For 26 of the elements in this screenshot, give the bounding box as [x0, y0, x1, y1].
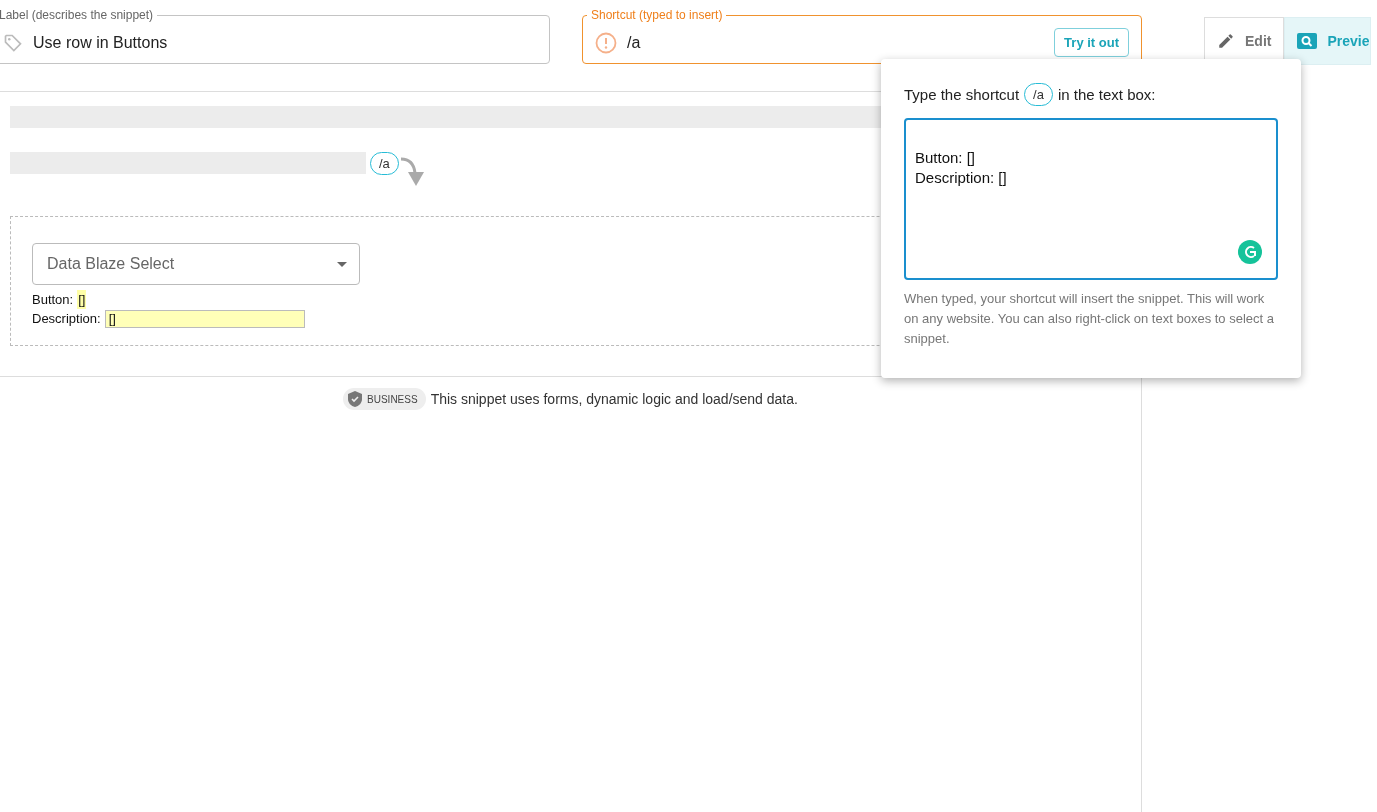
search-icon — [1297, 33, 1318, 49]
test-textarea[interactable]: Button: [] Description: [] — [904, 118, 1278, 280]
pencil-icon — [1217, 32, 1235, 50]
shortcut-chip: /a — [370, 151, 399, 175]
business-badge: BUSINESS — [343, 388, 426, 410]
popover-prompt: in the text box: — [1057, 86, 1156, 103]
popover-prompt: Type the shortcut — [904, 86, 1020, 103]
footer-text: This snippet uses forms, dynamic logic and load/send data. — [430, 391, 798, 407]
description-input[interactable]: [] — [104, 309, 305, 328]
field-label: Description: — [32, 310, 101, 328]
shortcut-chip: /a — [1024, 83, 1053, 106]
dropdown-caret-icon — [337, 261, 347, 267]
label-field[interactable]: Label (describes the snippet) Use row in Buttons — [0, 8, 550, 64]
field-legend: Label (describes the snippet) — [0, 8, 158, 22]
select-value: Data Blaze Select — [47, 255, 175, 273]
label-value: Use row in Buttons — [33, 33, 168, 52]
button-value: [] — [77, 290, 87, 309]
field-label: Button: — [32, 291, 74, 309]
help-text: When typed, your shortcut will insert the snippet. This will work on any website. You can also right-click on text boxes to select a snippet. — [904, 290, 1275, 348]
shield-icon — [348, 391, 363, 407]
curved-arrow-icon — [398, 156, 425, 188]
shortcut-value: /a — [627, 33, 641, 52]
grammar-assistant-icon[interactable] — [1238, 240, 1262, 264]
select-dropdown[interactable]: Data Blaze Select — [32, 243, 360, 285]
tag-icon — [3, 32, 23, 53]
field-legend: Shortcut (typed to insert) — [587, 8, 727, 22]
